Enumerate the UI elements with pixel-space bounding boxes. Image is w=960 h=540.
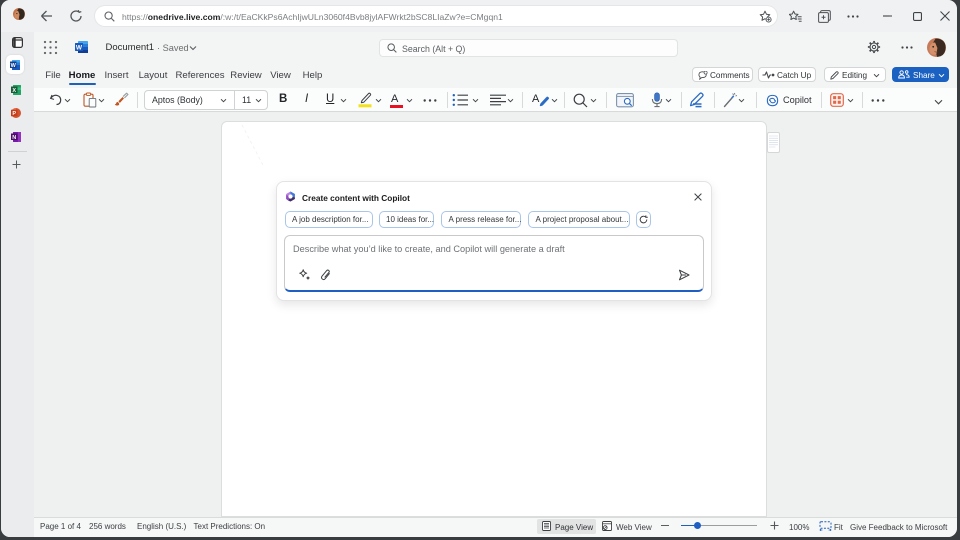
svg-text:X: X <box>12 88 16 94</box>
svg-text:W: W <box>76 44 83 51</box>
svg-text:P: P <box>12 111 16 117</box>
svg-text:N: N <box>12 135 16 141</box>
svg-text:W: W <box>11 63 17 69</box>
